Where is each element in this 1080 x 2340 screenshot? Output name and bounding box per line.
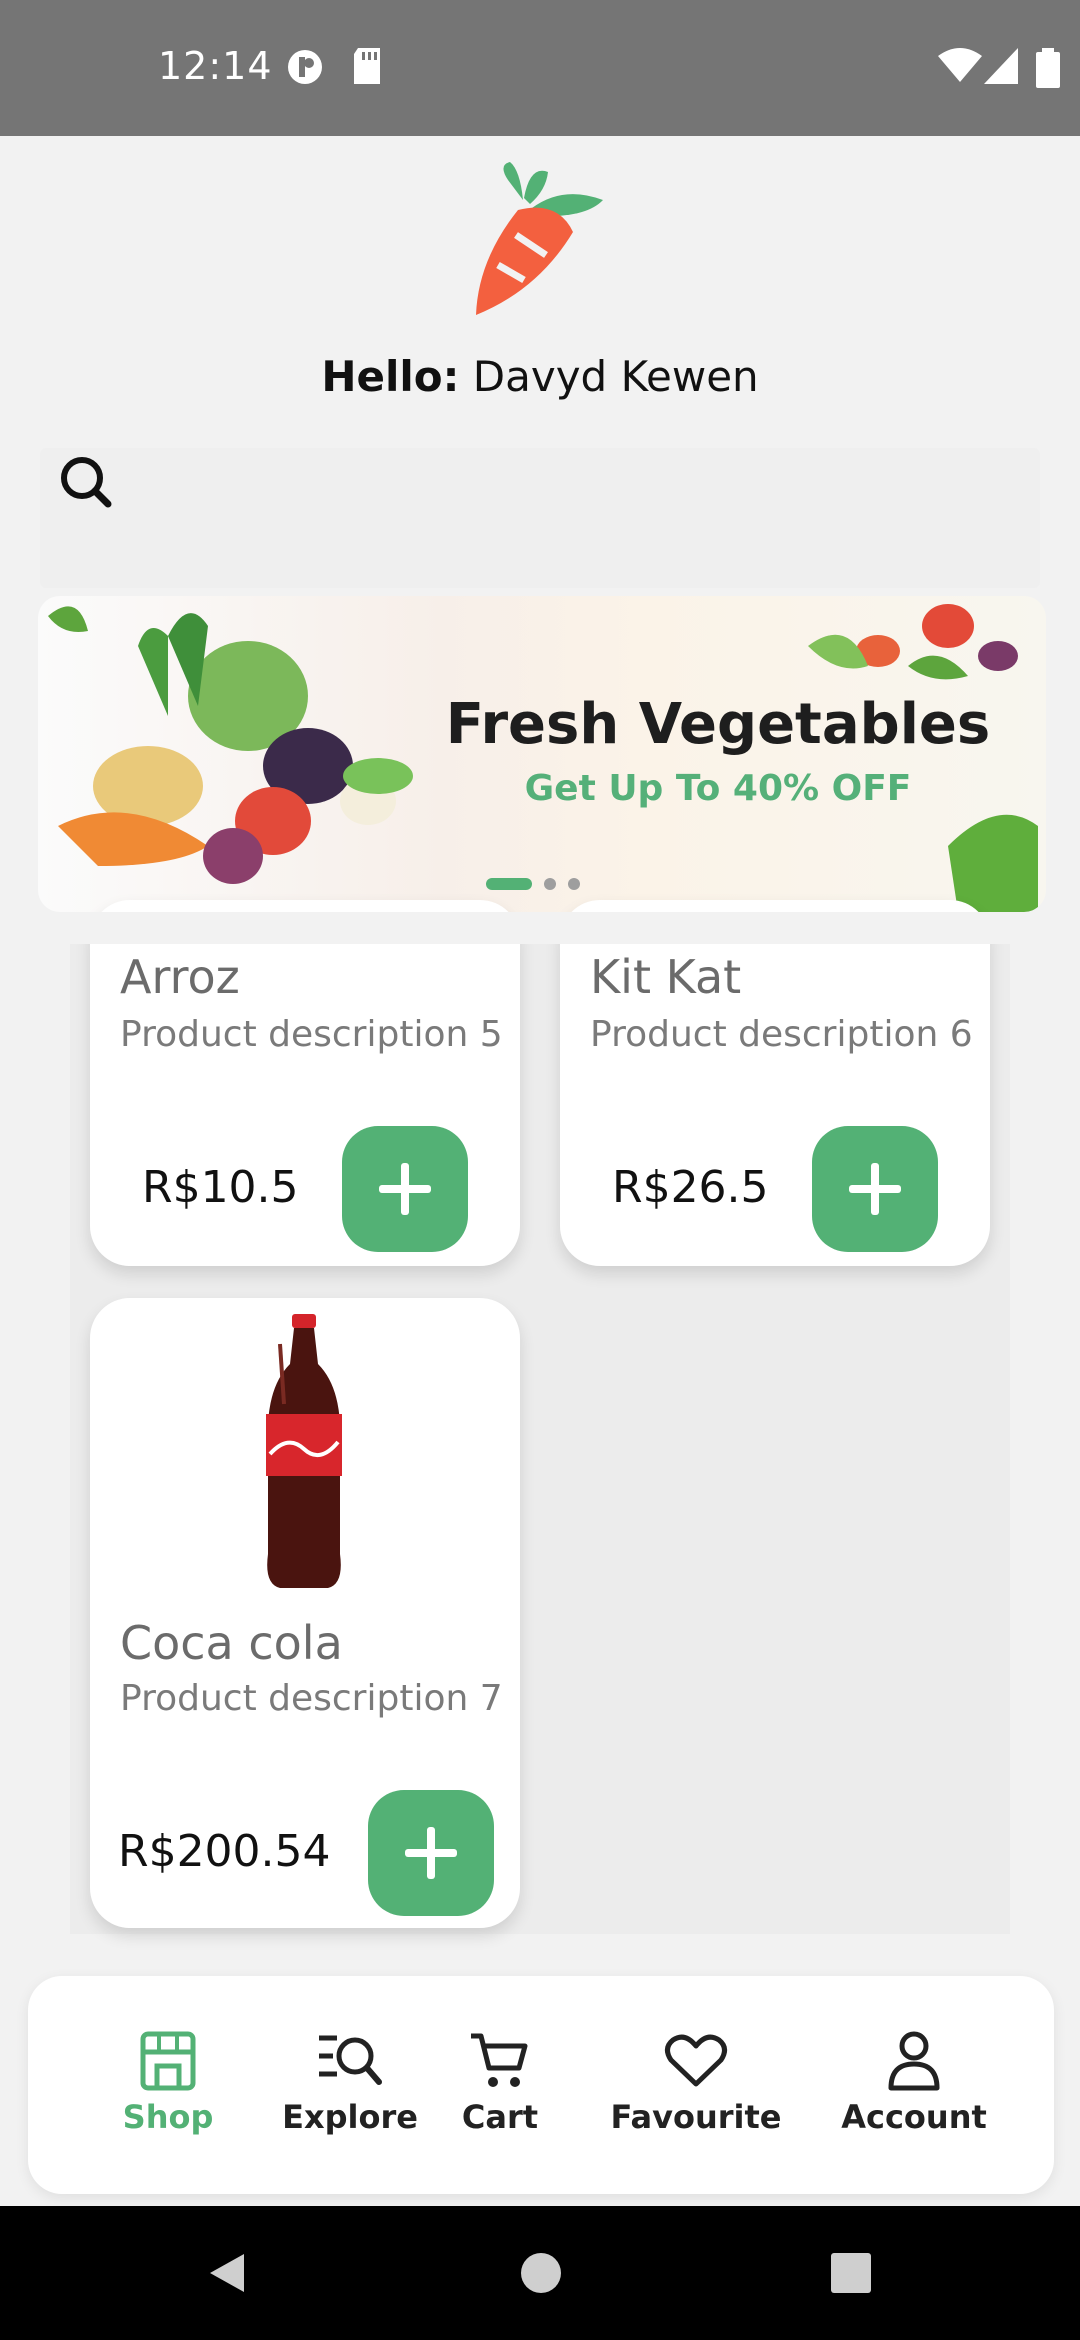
app-notification-icon [288,50,322,84]
banner-pagination[interactable] [486,878,580,890]
heart-icon [665,2034,727,2087]
carrot-logo-icon [476,162,603,315]
product-card[interactable]: Coca cola Product description 7 R$200.54 [90,1298,520,1928]
recents-icon[interactable] [830,2252,872,2294]
status-bar: 12:14 [0,0,1080,136]
product-description: Product description 7 [120,1678,503,1719]
banner-title: Fresh Vegetables [445,692,991,757]
bottom-navigation: Shop Explore Cart Favourite Account [28,1976,1054,2194]
banner-dot[interactable] [568,878,580,890]
user-name: Davyd Kewen [472,352,759,401]
product-name: Coca cola [120,1616,343,1670]
nav-label: Shop [122,2098,214,2136]
cart-icon [471,2033,528,2087]
signal-icon [984,48,1018,84]
search-icon[interactable] [50,448,120,518]
product-card[interactable]: Kit Kat Product description 6 R$26.5 [560,900,990,1266]
nav-item-shop[interactable]: Shop [78,2028,258,2136]
user-icon [888,2031,940,2091]
product-description: Product description 5 [120,1014,503,1055]
greeting: Hello: Davyd Kewen [0,352,1080,401]
promo-banner[interactable]: Fresh Vegetables Get Up To 40% OFF [38,596,1046,912]
status-time: 12:14 [158,44,273,88]
product-name: Kit Kat [590,950,742,1004]
nav-item-cart[interactable]: Cart [410,2028,590,2136]
nav-label: Cart [461,2098,539,2136]
product-price: R$26.5 [612,1162,769,1213]
store-icon [140,2031,196,2091]
nav-item-favourite[interactable]: Favourite [606,2028,786,2136]
greeting-label: Hello: [321,352,460,401]
product-description: Product description 6 [590,1014,973,1055]
nav-item-account[interactable]: Account [824,2028,1004,2136]
product-name: Arroz [120,950,240,1004]
add-to-cart-button[interactable] [342,1126,468,1252]
add-to-cart-button[interactable] [812,1126,938,1252]
sd-card-icon [354,48,380,84]
explore-icon [319,2035,382,2085]
search-bar[interactable] [40,448,1040,588]
scroll-mask [60,912,1020,944]
back-icon[interactable] [204,2250,250,2296]
wifi-icon [938,48,982,82]
banner-subtitle: Get Up To 40% OFF [524,768,912,809]
home-icon[interactable] [520,2252,562,2294]
nav-label: Favourite [610,2098,782,2136]
add-to-cart-button[interactable] [368,1790,494,1916]
banner-dot[interactable] [544,878,556,890]
nav-label: Account [841,2098,987,2136]
product-price: R$200.54 [118,1826,331,1877]
battery-icon [1036,48,1060,88]
coca-cola-bottle-image [266,1314,342,1588]
product-price: R$10.5 [142,1162,299,1213]
system-navigation-bar [0,2206,1080,2340]
banner-dot-active[interactable] [486,878,532,890]
vegetables-image [48,606,413,884]
product-card[interactable]: Arroz Product description 5 R$10.5 [90,900,520,1266]
